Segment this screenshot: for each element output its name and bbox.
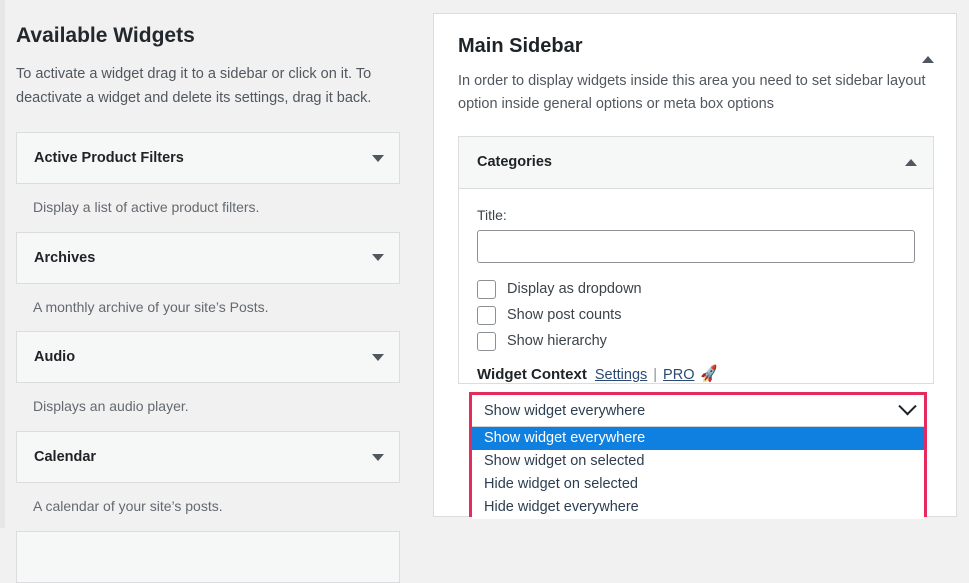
widget-context-select[interactable]: Show widget everywhere — [472, 395, 924, 427]
widget-header-active-product-filters[interactable]: Active Product Filters — [16, 132, 400, 185]
chevron-down-icon[interactable] — [372, 353, 384, 361]
main-sidebar-collapse-toggle[interactable] — [922, 34, 934, 63]
main-sidebar-title: Main Sidebar — [458, 35, 583, 57]
widget-name: Active Product Filters — [34, 150, 184, 167]
dropdown-option-hide-widget-everywhere[interactable]: Hide widget everywhere — [472, 496, 924, 519]
widget-header-archives[interactable]: Archives — [16, 231, 400, 284]
categories-options-list: Display as dropdown Show post counts Sho… — [477, 279, 915, 351]
title-input[interactable] — [477, 229, 915, 263]
title-field-label: Title: — [477, 206, 507, 223]
main-sidebar-description: In order to display widgets inside this … — [458, 73, 926, 113]
checkbox-label: Display as dropdown — [507, 281, 642, 298]
widget-context-title: Widget Context — [477, 365, 587, 383]
categories-widget-header[interactable]: Categories — [459, 136, 933, 189]
widget-name: Archives — [34, 249, 96, 266]
widget-list-item[interactable]: Calendar A calendar of your site’s posts… — [16, 431, 400, 531]
rocket-icon: 🚀 — [699, 364, 721, 385]
checkbox-label: Show post counts — [507, 307, 622, 324]
widget-name: Audio — [34, 349, 76, 366]
widget-context-select-value: Show widget everywhere — [484, 402, 646, 419]
chevron-up-icon[interactable] — [905, 158, 917, 166]
checkbox-label: Show hierarchy — [507, 333, 607, 350]
chevron-down-icon[interactable] — [372, 154, 384, 162]
checkbox-show-post-counts[interactable]: Show post counts — [477, 305, 915, 325]
widget-list-item[interactable]: Active Product Filters Display a list of… — [16, 132, 400, 232]
widget-list-item-partial[interactable] — [16, 530, 400, 583]
chevron-down-icon[interactable] — [898, 397, 917, 416]
widget-context-dropdown-options: Show widget everywhere Show widget on se… — [472, 427, 924, 519]
categories-widget-title: Categories — [477, 154, 552, 171]
available-widgets-description: To activate a widget drag it to a sideba… — [16, 66, 372, 106]
widget-description: Display a list of active product filters… — [33, 199, 260, 216]
widget-context-pro-link[interactable]: PRO — [663, 367, 694, 383]
chevron-down-icon[interactable] — [372, 254, 384, 262]
widget-context-separator: | — [653, 366, 658, 383]
main-sidebar-header: Main Sidebar — [458, 34, 934, 63]
checkbox-display-as-dropdown[interactable]: Display as dropdown — [477, 279, 915, 299]
widget-context-row: Widget Context Settings | PRO 🚀 — [477, 364, 915, 385]
chevron-up-icon — [922, 41, 934, 63]
checkbox-show-hierarchy[interactable]: Show hierarchy — [477, 331, 915, 351]
dropdown-option-hide-widget-on-selected[interactable]: Hide widget on selected — [472, 473, 924, 496]
dropdown-option-show-widget-on-selected[interactable]: Show widget on selected — [472, 450, 924, 473]
widget-header-calendar[interactable]: Calendar — [16, 431, 400, 484]
widget-list-item[interactable]: Audio Displays an audio player. — [16, 331, 400, 431]
checkbox-box-icon[interactable] — [477, 331, 496, 351]
widget-list-item[interactable]: Archives A monthly archive of your site’… — [16, 231, 400, 332]
widget-name: Calendar — [34, 449, 97, 466]
widget-description: Displays an audio player. — [33, 398, 189, 415]
chevron-down-icon[interactable] — [372, 453, 384, 461]
widget-header-audio[interactable]: Audio — [16, 331, 400, 384]
widget-context-select-highlight: Show widget everywhere Show widget every… — [469, 392, 927, 519]
checkbox-box-icon[interactable] — [477, 279, 496, 299]
page-title: Available Widgets — [16, 24, 195, 47]
categories-widget: Categories Title: Display as dropdown Sh… — [458, 135, 934, 385]
checkbox-box-icon[interactable] — [477, 305, 496, 325]
dropdown-option-show-widget-everywhere[interactable]: Show widget everywhere — [472, 427, 924, 450]
widget-description: A calendar of your site’s posts. — [33, 498, 223, 515]
widget-context-settings-link[interactable]: Settings — [595, 367, 647, 383]
categories-widget-body: Title: Display as dropdown Show post cou… — [459, 189, 933, 385]
widget-description: A monthly archive of your site’s Posts. — [33, 298, 269, 315]
available-widgets-panel: Available Widgets To activate a widget d… — [5, 0, 415, 583]
